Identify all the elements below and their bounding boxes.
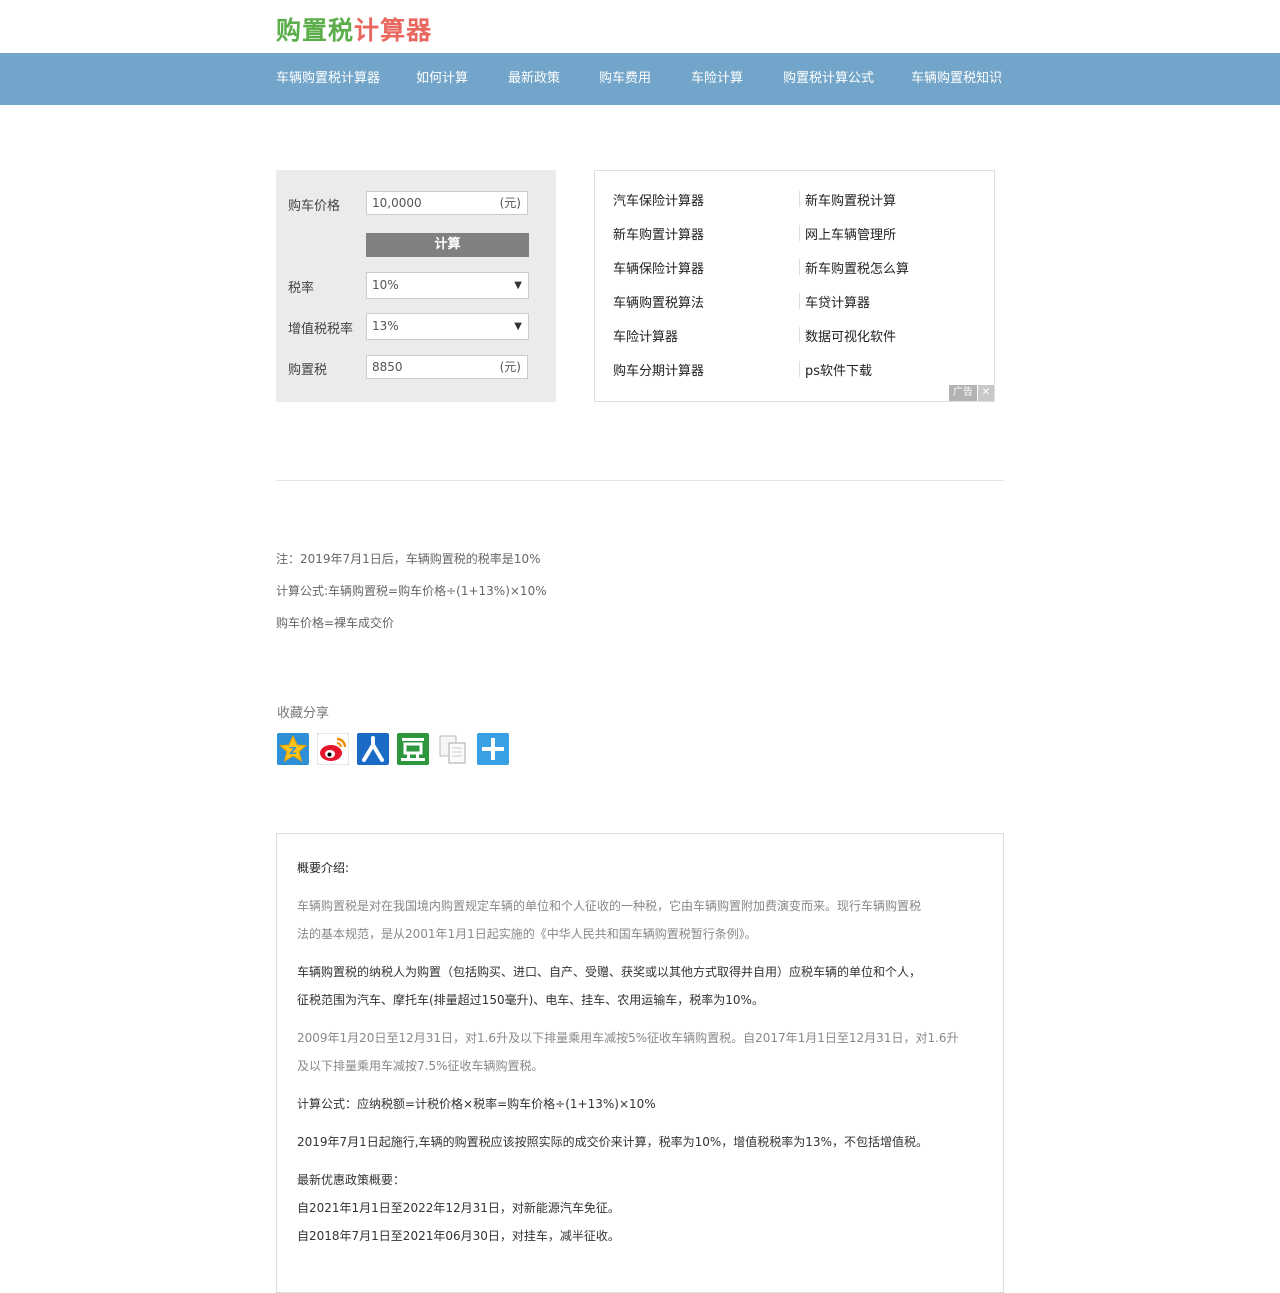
chevron-down-icon: ▼ — [514, 280, 522, 291]
nav-item-car-cost[interactable]: 购车费用 — [599, 53, 651, 105]
ad-link[interactable]: 车辆保险计算器 — [613, 258, 704, 277]
ad-separator — [799, 191, 800, 207]
ad-link[interactable]: 车辆购置税算法 — [613, 292, 704, 311]
chevron-down-icon: ▼ — [514, 321, 522, 332]
vat-label: 增值税税率 — [288, 322, 354, 337]
ad-link[interactable]: 新车购置税计算 — [805, 190, 896, 209]
intro-section: 概要介绍: 车辆购置税是对在我国境内购置规定车辆的单位和个人征收的一种税，它由车… — [276, 833, 1004, 1293]
nav-item-formula[interactable]: 购置税计算公式 — [783, 53, 874, 105]
ad-badge: 广告 ✕ — [949, 385, 994, 401]
price-input[interactable]: 10,0000 (元) — [366, 191, 528, 215]
nav-item-knowledge[interactable]: 车辆购置税知识 — [911, 53, 1002, 105]
intro-paragraph: 2009年1月20日至12月31日，对1.6升及以下排量乘用车减按5%征收车辆购… — [297, 1031, 959, 1045]
ad-separator — [799, 225, 800, 241]
ad-link[interactable]: 汽车保险计算器 — [613, 190, 704, 209]
header: 购置税计算器 — [0, 0, 1280, 53]
ad-link[interactable]: 数据可视化软件 — [805, 326, 896, 345]
intro-paragraph: 车辆购置税的纳税人为购置（包括购买、进口、自产、受赠、获奖或以其他方式取得并自用… — [297, 965, 922, 979]
share-title: 收藏分享 — [277, 706, 330, 721]
tax-rate-select[interactable]: 10% ▼ — [366, 272, 529, 299]
renren-icon[interactable] — [357, 733, 389, 765]
ad-separator — [799, 361, 800, 377]
ad-link[interactable]: 新车购置税怎么算 — [805, 258, 909, 277]
intro-paragraph: 征税范围为汽车、摩托车(排量超过150毫升)、电车、挂车、农用运输车，税率为10… — [297, 993, 764, 1007]
intro-paragraph: 车辆购置税是对在我国境内购置规定车辆的单位和个人征收的一种税，它由车辆购置附加费… — [297, 899, 922, 913]
ad-separator — [799, 293, 800, 309]
close-icon[interactable]: ✕ — [978, 385, 994, 401]
vat-value: 13% — [372, 319, 399, 333]
price-label: 购车价格 — [288, 199, 341, 214]
nav-item-insurance[interactable]: 车险计算 — [691, 53, 743, 105]
price-value: 10,0000 — [372, 196, 422, 210]
ad-link[interactable]: 车贷计算器 — [805, 292, 870, 311]
logo-char: 税 — [328, 16, 355, 45]
divider — [276, 480, 1004, 481]
note-price: 购车价格=裸车成交价 — [276, 616, 395, 630]
intro-paragraph: 2019年7月1日起施行,车辆的购置税应该按照实际的成交价来计算，税率为10%，… — [297, 1135, 928, 1149]
price-unit: (元) — [499, 196, 521, 210]
more-icon[interactable] — [477, 733, 509, 765]
nav-item-calculator[interactable]: 车辆购置税计算器 — [276, 53, 380, 105]
intro-paragraph: 法的基本规范，是从2001年1月1日起实施的《中华人民共和国车辆购置税暂行条例》… — [297, 927, 757, 941]
main-nav: 车辆购置税计算器 如何计算 最新政策 购车费用 车险计算 购置税计算公式 车辆购… — [0, 53, 1280, 105]
ad-separator — [799, 327, 800, 343]
svg-text:Z: Z — [289, 746, 296, 757]
site-logo[interactable]: 购置税计算器 — [276, 11, 432, 47]
note-tax-rate: 注：2019年7月1日后，车辆购置税的税率是10% — [276, 552, 541, 566]
logo-char: 计 — [354, 16, 381, 45]
tax-rate-value: 10% — [372, 278, 399, 292]
logo-char: 置 — [302, 16, 329, 45]
copy-icon[interactable] — [437, 733, 469, 765]
intro-paragraph: 及以下排量乘用车减按7.5%征收车辆购置税。 — [297, 1059, 544, 1073]
qzone-icon[interactable]: Z — [277, 733, 309, 765]
ad-links-panel: 汽车保险计算器 新车购置计算器 车辆保险计算器 车辆购置税算法 车险计算器 购车… — [594, 170, 995, 402]
ad-link[interactable]: 网上车辆管理所 — [805, 224, 896, 243]
intro-heading: 概要介绍: — [297, 861, 350, 875]
ad-link[interactable]: 购车分期计算器 — [613, 360, 704, 379]
ad-label[interactable]: 广告 — [949, 385, 977, 401]
purchase-tax-output[interactable]: 8850 (元) — [366, 355, 528, 379]
ad-link[interactable]: 车险计算器 — [613, 326, 678, 345]
ad-link[interactable]: 新车购置计算器 — [613, 224, 704, 243]
intro-policy-item: 自2021年1月1日至2022年12月31日，对新能源汽车免征。 — [297, 1201, 620, 1215]
tax-rate-label: 税率 — [288, 281, 315, 296]
calculate-button[interactable]: 计算 — [366, 233, 529, 257]
intro-formula: 计算公式：应纳税额=计税价格×税率=购车价格÷(1+13%)×10% — [297, 1097, 656, 1111]
logo-char: 器 — [406, 16, 433, 45]
douban-icon[interactable] — [397, 733, 429, 765]
weibo-icon[interactable] — [316, 732, 350, 766]
ad-separator — [799, 259, 800, 275]
intro-policy-heading: 最新优惠政策概要： — [297, 1173, 406, 1187]
nav-item-policy[interactable]: 最新政策 — [508, 53, 560, 105]
purchase-tax-unit: (元) — [499, 360, 521, 374]
ad-link[interactable]: ps软件下载 — [805, 360, 872, 379]
logo-char: 算 — [380, 16, 407, 45]
note-formula: 计算公式:车辆购置税=购车价格÷(1+13%)×10% — [276, 584, 547, 598]
purchase-tax-value: 8850 — [372, 360, 403, 374]
purchase-tax-label: 购置税 — [288, 363, 328, 378]
nav-item-how-to[interactable]: 如何计算 — [416, 53, 468, 105]
vat-select[interactable]: 13% ▼ — [366, 313, 529, 340]
logo-char: 购 — [276, 16, 303, 45]
calculator-panel: 购车价格 10,0000 (元) 计算 税率 10% ▼ 增值税税率 13% ▼… — [276, 170, 556, 402]
intro-policy-item: 自2018年7月1日至2021年06月30日，对挂车，减半征收。 — [297, 1229, 620, 1243]
